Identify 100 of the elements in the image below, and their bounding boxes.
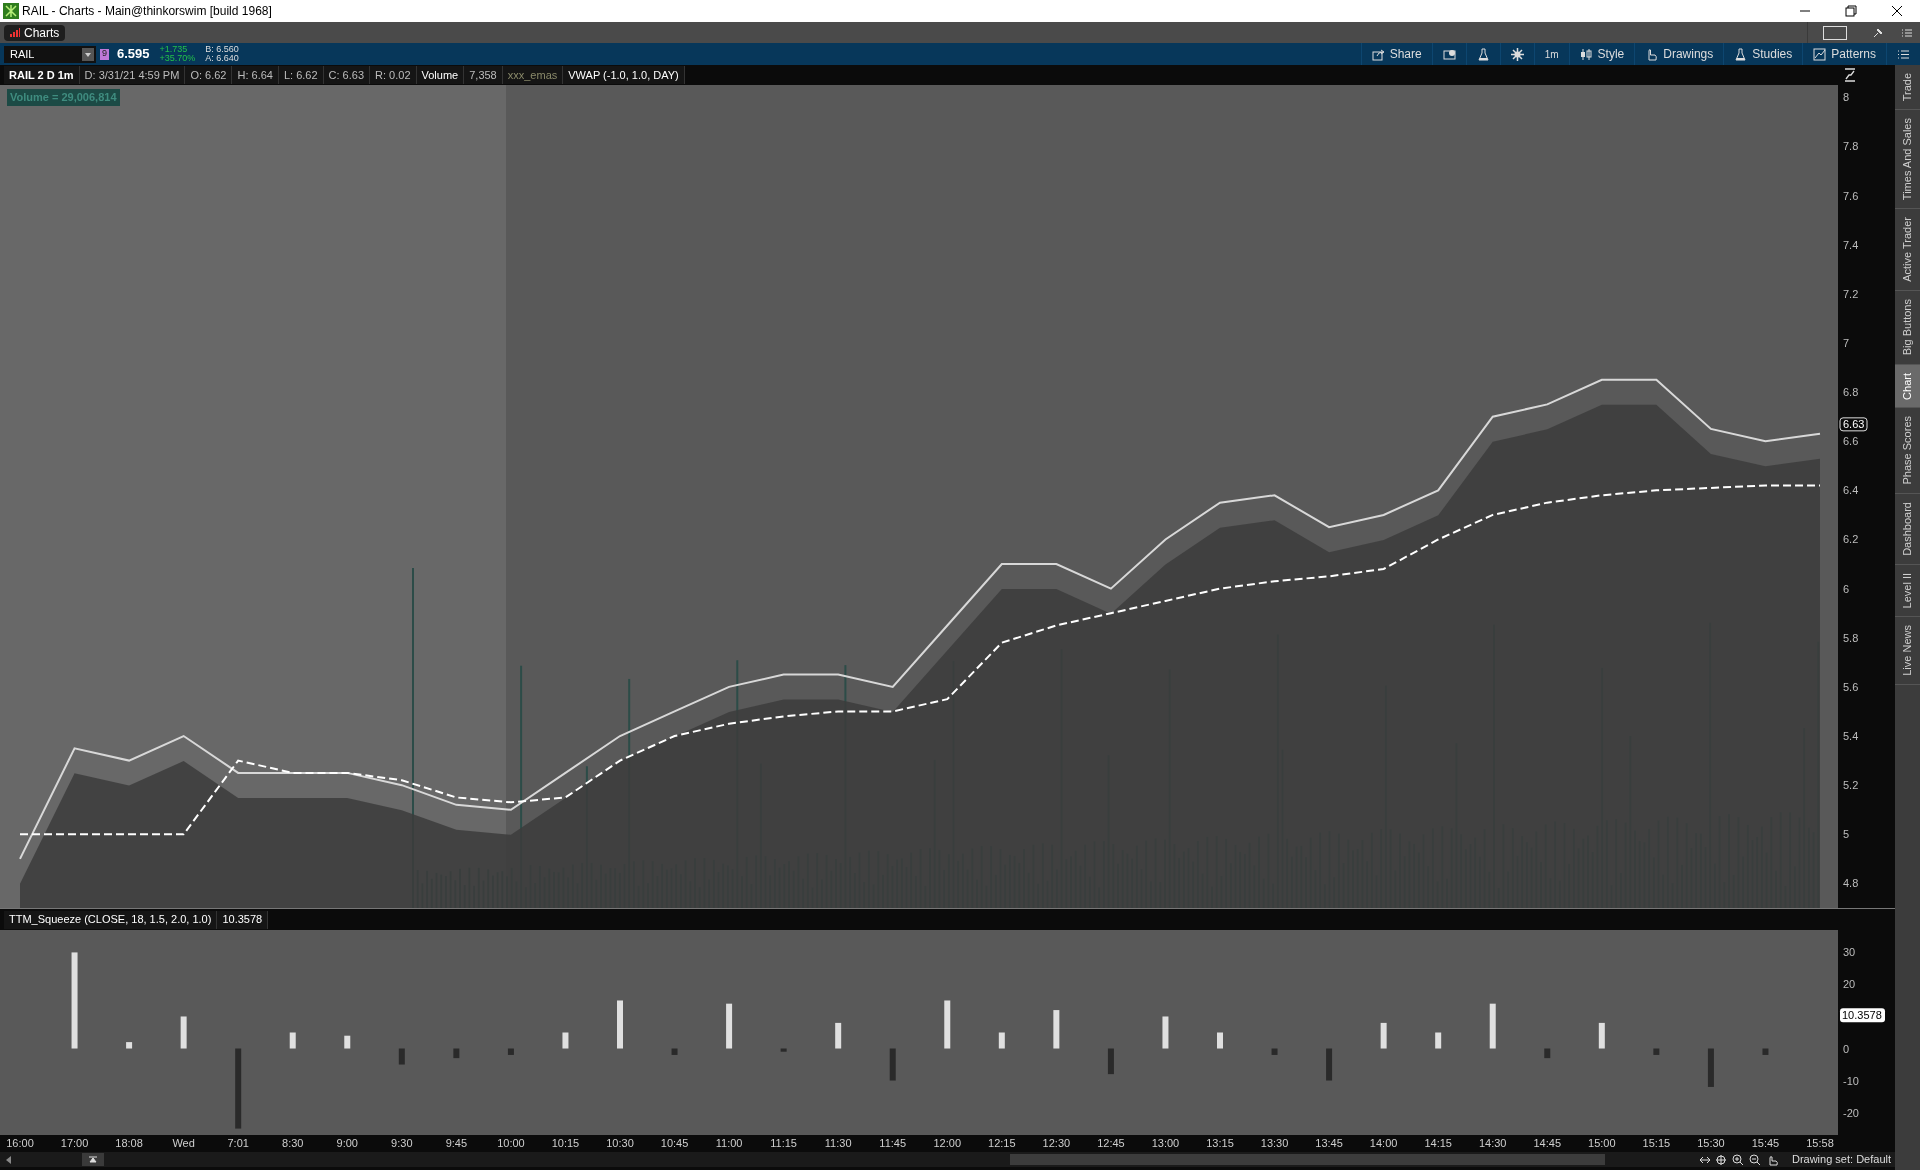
current-price-label: 6.63 [1839,417,1868,432]
time-label: 12:15 [988,1137,1016,1149]
time-label: 10:15 [551,1137,580,1149]
histogram-bar [453,1048,460,1059]
axis-label: -20 [1843,1106,1859,1119]
time-label: 12:45 [1097,1137,1125,1149]
window-title: RAIL - Charts - Main@thinkorswim [build 1968] [22,3,272,20]
panel-toggle-button[interactable] [82,1153,104,1166]
axis-label: 20 [1843,978,1856,991]
time-label: 18:08 [115,1137,143,1149]
histogram-bar [726,1003,733,1049]
axis-label: 7.2 [1843,287,1859,300]
axis-label: 5 [1843,828,1850,841]
pin-icon[interactable] [1872,26,1884,39]
histogram-bar [1217,1032,1223,1049]
axis-label: 5.8 [1843,631,1859,644]
time-label: 11:45 [879,1137,907,1149]
histogram-bar [1762,1048,1769,1055]
time-label: 15:30 [1697,1137,1725,1149]
histogram-bar [671,1048,678,1055]
info-field: D: 3/31/21 4:59 PM [79,66,186,84]
chart-mode-icon[interactable] [1843,68,1857,82]
histogram-bar [180,1016,187,1049]
time-label: 9:45 [445,1137,468,1149]
time-label: 14:45 [1533,1137,1562,1149]
info-field: xxx_emas [502,66,564,84]
time-label: 7:01 [227,1137,249,1149]
symbol-field[interactable]: RAIL [4,45,96,63]
axis-label: 6.2 [1843,533,1859,546]
time-label: 13:45 [1315,1137,1343,1149]
axis-label: 7.6 [1843,189,1859,202]
bid-price: B: 6.560 [205,45,239,54]
time-label: 9:30 [391,1137,413,1149]
patterns-icon [1813,47,1827,61]
axis-label: 0 [1843,1042,1850,1055]
info-field: Volume [416,66,465,84]
time-label: 15:15 [1642,1137,1671,1149]
info-field: RAIL 2 D 1m [4,66,80,84]
axis-label: 6.8 [1843,386,1859,399]
close-icon[interactable] [1891,5,1903,17]
axis-label: 6 [1843,582,1850,595]
histogram-bar [944,1000,951,1049]
histogram-bar [1053,1010,1060,1049]
info-field: R: 0.02 [370,66,417,84]
histogram-bar [507,1048,514,1055]
axis-label: 7.4 [1843,238,1859,251]
axis-label: 8 [1843,91,1850,104]
time-label: 11:30 [824,1137,852,1149]
time-label: 14:00 [1369,1137,1398,1149]
histogram-bar [1271,1048,1278,1055]
histogram-bar [835,1022,842,1049]
dropdown-icon[interactable] [82,47,94,61]
bars-icon [10,28,20,37]
axis-label: 6.6 [1843,435,1859,448]
histogram-bar [1380,1022,1387,1049]
time-label: 10:45 [660,1137,689,1149]
time-label: 10:30 [606,1137,634,1149]
scrollbar-thumb[interactable] [1010,1154,1605,1165]
histogram-bar [289,1032,296,1049]
current-value-label: 10.3578 [1840,1008,1885,1023]
study-label: TTM_Squeeze (CLOSE, 18, 1.5, 2.0, 1.0) [4,910,218,929]
info-field: O: 6.62 [185,66,233,84]
histogram-bar [562,1032,569,1049]
time-label: 15:45 [1751,1137,1780,1149]
time-label: 17:00 [60,1137,89,1149]
gear-icon [1510,47,1524,61]
axis-label: 7 [1843,336,1850,349]
restore-icon[interactable] [1845,5,1857,17]
time-label: 14:15 [1424,1137,1452,1149]
histogram-bar [780,1048,787,1052]
app-tab[interactable]: Charts [4,24,66,41]
menu-icon[interactable] [1901,26,1913,39]
alert-icon [1442,47,1456,61]
histogram-bar [398,1048,405,1065]
app-logo-icon [3,3,19,19]
time-label: Wed [172,1137,195,1149]
histogram-bar [1326,1048,1333,1081]
time-label: 8:30 [282,1137,304,1149]
flask-icon [1476,47,1490,61]
collapse-icon [89,1155,97,1164]
ask-price: A: 6.640 [205,54,239,63]
scroll-left-icon[interactable] [6,1155,12,1164]
time-label: 12:30 [1042,1137,1071,1149]
info-field: C: 6.63 [323,66,371,84]
histogram-bar [1544,1048,1551,1059]
time-label: 13:30 [1260,1137,1289,1149]
axis-label: 4.8 [1843,877,1859,890]
time-label: 11:15 [770,1137,797,1149]
histogram-bar [998,1032,1005,1049]
info-field: L: 6.62 [278,66,324,84]
time-label: 10:00 [497,1137,525,1149]
histogram-bar [617,1000,623,1049]
drawing-set-label[interactable]: Drawing set: Default [1791,1151,1891,1168]
histogram-bar [1598,1022,1605,1049]
info-field: H: 6.64 [232,66,279,84]
histogram-bar [344,1035,351,1049]
histogram-bar [1162,1016,1169,1049]
last-price: 6.595 [117,45,150,64]
link-badge[interactable]: 9 [100,48,109,60]
side-tab[interactable]: Chart [1895,364,1920,409]
